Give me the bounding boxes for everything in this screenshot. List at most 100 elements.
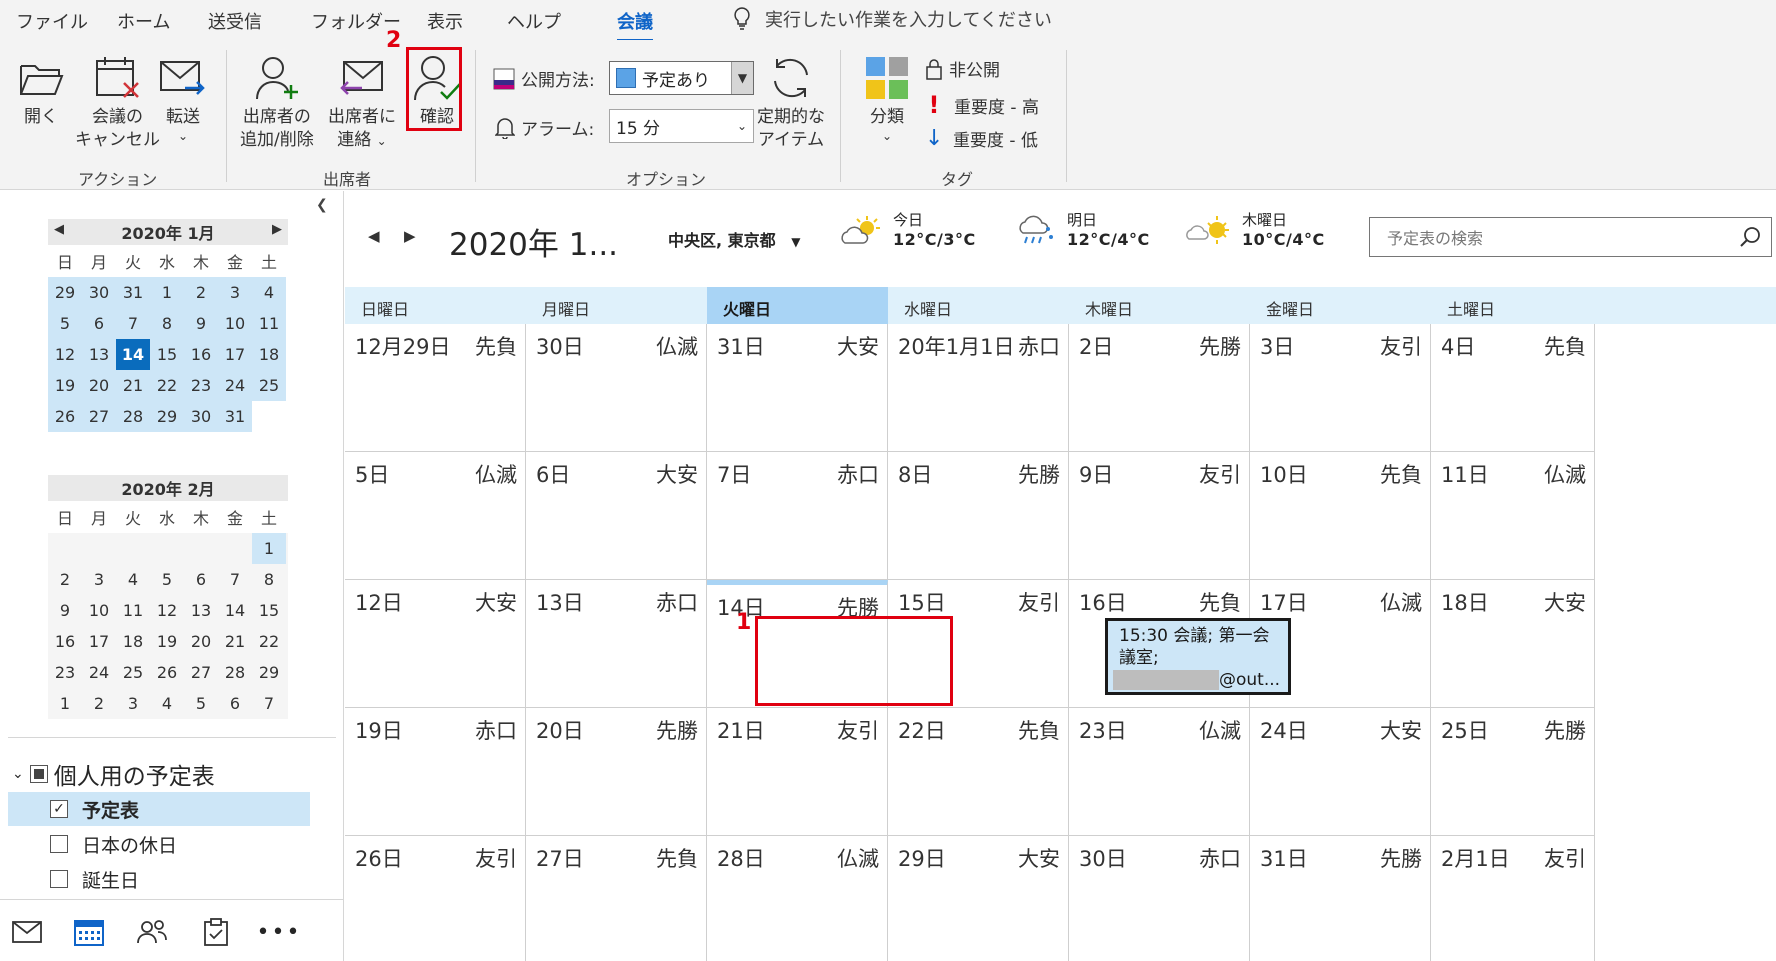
prev-period-arrow-icon[interactable]: ◀ [368, 227, 380, 245]
tab-file[interactable]: ファイル [16, 8, 88, 34]
mini-day[interactable]: 16 [48, 626, 82, 657]
day-cell[interactable]: 11日 仏滅 [1431, 452, 1595, 580]
mini-day[interactable]: 2 [82, 688, 116, 719]
mini-day[interactable]: 27 [184, 657, 218, 688]
tab-home[interactable]: ホーム [117, 8, 170, 34]
prev-month-arrow-icon[interactable]: ◀ [54, 222, 64, 237]
mini-day[interactable]: 25 [116, 657, 150, 688]
mini-day[interactable]: 10 [82, 595, 116, 626]
mini-day[interactable]: 8 [252, 564, 286, 595]
day-cell[interactable]: 8日 先勝 [888, 452, 1069, 580]
mini-day[interactable]: 24 [82, 657, 116, 688]
tab-view[interactable]: 表示 [427, 8, 463, 34]
mini-day[interactable]: 31 [116, 277, 150, 308]
mini-day[interactable]: 15 [150, 339, 184, 370]
calendar-item-default[interactable]: ✓ 予定表 [8, 792, 310, 826]
mini-day[interactable]: 23 [48, 657, 82, 688]
mini-day[interactable]: 18 [252, 339, 286, 370]
mini-day[interactable]: 17 [218, 339, 252, 370]
next-period-arrow-icon[interactable]: ▶ [404, 227, 416, 245]
search-icon[interactable] [1739, 226, 1761, 248]
forward-button[interactable]: 転送 ⌄ [158, 52, 208, 143]
contact-attendees-button[interactable]: 出席者に 連絡 ⌄ [328, 52, 396, 153]
low-importance-button[interactable]: ↓ 重要度 - 低 [925, 126, 1038, 151]
checked-checkbox-icon[interactable]: ✓ [50, 800, 68, 818]
mini-day[interactable]: 13 [184, 595, 218, 626]
day-cell[interactable]: 20年1月1日 赤口 [888, 324, 1069, 452]
mini-day[interactable]: 3 [218, 277, 252, 308]
high-importance-button[interactable]: ! 重要度 - 高 [926, 91, 1039, 119]
mini-day[interactable]: 27 [82, 401, 116, 432]
checkbox-icon[interactable] [50, 835, 68, 853]
weather-thursday[interactable]: 木曜日 10°C/4°C [1186, 211, 1325, 250]
mini-day[interactable]: 3 [82, 564, 116, 595]
day-cell[interactable]: 19日 赤口 [345, 708, 526, 836]
mini-day[interactable]: 23 [184, 370, 218, 401]
cancel-meeting-button[interactable]: 会議の キャンセル [75, 52, 160, 152]
collapse-pane-button[interactable]: ❮ [316, 197, 328, 213]
day-cell[interactable]: 2月1日 友引 [1431, 836, 1595, 961]
mini-day[interactable]: 31 [218, 401, 252, 432]
mini-day[interactable]: 28 [218, 657, 252, 688]
mini-day[interactable]: 18 [116, 626, 150, 657]
day-cell[interactable]: 24日 大安 [1250, 708, 1431, 836]
mini-day[interactable]: 15 [252, 595, 286, 626]
mini-day[interactable]: 14 [218, 595, 252, 626]
mini-day[interactable]: 5 [150, 564, 184, 595]
mini-day[interactable]: 1 [48, 688, 82, 719]
mini-day[interactable]: 5 [184, 688, 218, 719]
day-cell[interactable]: 12月29日 先負 [345, 324, 526, 452]
mini-day[interactable]: 26 [48, 401, 82, 432]
location-selector[interactable]: 中央区, 東京都 ▼ [668, 227, 800, 251]
mini-day[interactable]: 9 [48, 595, 82, 626]
mini-day[interactable]: 4 [150, 688, 184, 719]
day-cell[interactable]: 25日 先勝 [1431, 708, 1595, 836]
mini-day[interactable]: 22 [252, 626, 286, 657]
mini-day[interactable]: 29 [150, 401, 184, 432]
day-cell[interactable]: 12日 大安 [345, 580, 526, 708]
day-cell[interactable]: 2日 先勝 [1069, 324, 1250, 452]
mini-day[interactable]: 20 [82, 370, 116, 401]
tasks-nav-button[interactable] [199, 918, 233, 946]
day-cell[interactable]: 31日 大安 [707, 324, 888, 452]
day-cell[interactable]: 13日 赤口 [526, 580, 707, 708]
private-button[interactable]: 非公開 [925, 56, 1000, 81]
mini-day[interactable]: 2 [48, 564, 82, 595]
day-cell[interactable]: 31日 先勝 [1250, 836, 1431, 961]
mini-day[interactable]: 12 [150, 595, 184, 626]
mini-day[interactable]: 3 [116, 688, 150, 719]
calendar-item-holidays[interactable]: 日本の休日 [8, 827, 310, 861]
mini-day[interactable]: 6 [218, 688, 252, 719]
tab-send-receive[interactable]: 送受信 [208, 8, 262, 34]
calendar-group-header[interactable]: ⌄ 個人用の予定表 [12, 757, 215, 791]
mini-day[interactable]: 14 [116, 339, 150, 370]
weather-today[interactable]: 今日 12°C/3°C [839, 211, 976, 250]
checkbox-icon[interactable] [50, 870, 68, 888]
mail-nav-button[interactable] [10, 918, 44, 946]
mini-day[interactable]: 26 [150, 657, 184, 688]
day-cell[interactable]: 18日 大安 [1431, 580, 1595, 708]
calendar-search-input[interactable]: 予定表の検索 [1369, 217, 1772, 257]
recurrence-button[interactable]: 定期的な アイテム [757, 52, 825, 152]
mini-day[interactable]: 4 [116, 564, 150, 595]
day-cell[interactable]: 4日 先負 [1431, 324, 1595, 452]
mini-day[interactable]: 30 [184, 401, 218, 432]
mini-day[interactable]: 21 [218, 626, 252, 657]
tell-me-box[interactable]: 実行したい作業を入力してください [733, 6, 1052, 32]
mini-day[interactable]: 9 [184, 308, 218, 339]
day-cell[interactable]: 28日 仏滅 [707, 836, 888, 961]
day-cell[interactable]: 23日 仏滅 [1069, 708, 1250, 836]
mini-day[interactable]: 1 [150, 277, 184, 308]
calendar-item-birthdays[interactable]: 誕生日 [8, 862, 310, 896]
open-button[interactable]: 開く [16, 52, 66, 129]
mini-day[interactable]: 12 [48, 339, 82, 370]
day-cell[interactable]: 5日 仏滅 [345, 452, 526, 580]
mini-day[interactable]: 17 [82, 626, 116, 657]
people-nav-button[interactable] [135, 918, 169, 946]
day-cell[interactable]: 27日 先負 [526, 836, 707, 961]
mini-day[interactable]: 7 [218, 564, 252, 595]
day-cell[interactable]: 10日 先負 [1250, 452, 1431, 580]
mini-day[interactable]: 28 [116, 401, 150, 432]
mini-day[interactable]: 7 [116, 308, 150, 339]
next-month-arrow-icon[interactable]: ▶ [272, 222, 282, 237]
